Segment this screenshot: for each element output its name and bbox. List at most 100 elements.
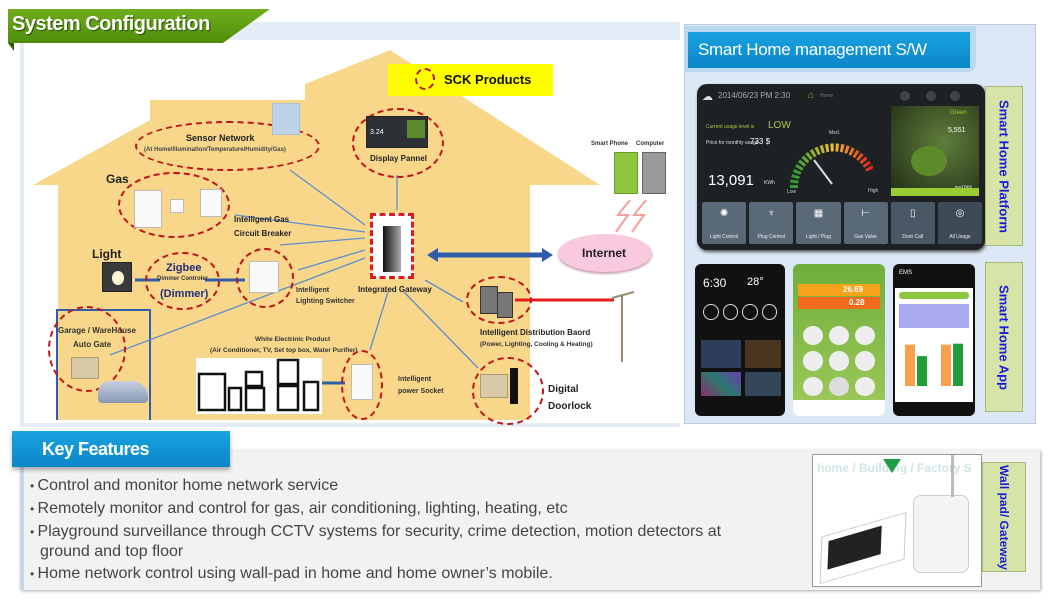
light-plug-button[interactable]: ▦ Light / Plug — [796, 202, 841, 244]
garage-label-line1: Garage / WareHouse — [58, 326, 136, 335]
smart-home-platform-tab: Smart Home Platform — [985, 86, 1023, 246]
feature-item: Control and monitor home network service — [28, 476, 768, 496]
gateway-device-icon — [913, 495, 969, 573]
gateway-antenna-icon — [951, 455, 954, 497]
doorlock-label-line2: Doorlock — [548, 401, 592, 412]
green-label: Green — [950, 110, 967, 116]
sensor-device-icon — [272, 103, 300, 135]
valve-icon: ⊢ — [861, 208, 870, 219]
app-phone-ems: EMS — [893, 264, 975, 416]
doorlock-label-line1: Digital — [548, 384, 579, 395]
distribution-board-icon-2 — [497, 292, 513, 318]
video-thumbnail — [745, 372, 781, 396]
energy-bar-2 — [798, 297, 880, 309]
wallpad-gateway-image: home / Building / Factory S — [812, 454, 982, 587]
plug-control-label: Plug Control — [757, 234, 786, 240]
eco-tree-panel — [891, 106, 979, 196]
lighting-switcher-label-line1: Intelligent — [296, 287, 330, 294]
gauge-low-label: Low — [787, 189, 797, 195]
display-tree-icon — [407, 120, 425, 138]
ems-app-name: EMS — [899, 270, 913, 276]
key-features-title: Key Features — [12, 431, 230, 467]
kwh-unit: KWh — [764, 180, 775, 186]
feature-item: Playground surveillance through CCTV sys… — [28, 522, 768, 561]
zigbee-subtitle: Dimmer Controler — [157, 276, 209, 282]
plug-icon: ♆ — [767, 208, 776, 219]
garage-ellipse — [48, 306, 126, 392]
microwave-icon — [244, 370, 264, 388]
smart-home-sw-title: Smart Home management S/W — [688, 32, 970, 68]
wall-pad-gateway-tab: Wall pad/ Gateway — [982, 462, 1026, 572]
computer-label: Computer — [636, 141, 665, 147]
sensor-network-subtitle: (At Home/Illumination/Temperature/Humidi… — [144, 147, 286, 153]
fridge-icon — [197, 372, 227, 412]
gas-breaker-icon — [200, 189, 222, 217]
white-ground-strip — [33, 185, 58, 420]
energy-value-1: 26.69 — [843, 285, 864, 294]
smart-home-app-tab: Smart Home App — [985, 262, 1023, 412]
power-socket-label-line1: Intelligent — [398, 376, 432, 383]
oven-icon — [244, 386, 266, 412]
meter-icon: ◎ — [955, 208, 965, 219]
computer-icon — [642, 152, 666, 194]
door-icon: ▯ — [910, 208, 916, 219]
dryer-icon — [276, 384, 300, 412]
gas-boiler-icon — [134, 190, 162, 228]
gas-sensor-icon — [170, 199, 184, 213]
ems-bar-charts — [905, 343, 963, 386]
ems-summary-table — [899, 304, 969, 328]
wall-pad-device-icon — [819, 511, 907, 585]
gas-valve-label: Gas Valve — [854, 234, 877, 240]
app-phone-dashboard: 6:30 28° — [695, 264, 785, 416]
gas-valve-button[interactable]: ⊢ Gas Valve — [843, 202, 888, 244]
smart-phone-icon — [614, 152, 638, 194]
key-features-left-border — [20, 450, 24, 590]
all-usage-label: All Usage — [949, 234, 971, 240]
appliance-icons — [197, 358, 320, 412]
display-panel-screen-value: 3.24 — [370, 129, 384, 136]
lighting-switch-icon — [249, 261, 279, 293]
display-panel-device-icon: 3.24 — [366, 116, 428, 148]
distribution-board-title: Intelligent Distribution Baord — [480, 328, 591, 337]
ems-bar — [953, 343, 963, 386]
ems-bar — [905, 344, 915, 386]
gauge-needle — [813, 159, 833, 185]
platform-datetime: 2014/06/23 PM 2:30 — [718, 91, 791, 100]
power-socket-icon — [351, 364, 373, 400]
gauge-high-label: High — [868, 188, 879, 194]
ems-bar — [941, 344, 951, 386]
power-socket-label-line2: power Socket — [398, 388, 444, 395]
all-usage-button[interactable]: ◎ All Usage — [937, 202, 983, 244]
price-value: 733 $ — [750, 137, 771, 146]
dashed-red-circle-icon — [415, 68, 435, 90]
gas-label-line1: Intelligent Gas — [234, 215, 290, 224]
wifi-status-icon — [900, 91, 910, 101]
internet-label: Internet — [582, 246, 627, 260]
door-call-label: Door Call — [902, 234, 924, 240]
gateway-router-icon — [383, 226, 401, 272]
door-call-button[interactable]: ▯ Door Call — [890, 202, 935, 244]
ems-bar — [917, 356, 927, 386]
feature-item: Home network control using wall-pad in h… — [28, 564, 768, 584]
wireless-signal-icon — [615, 199, 647, 233]
light-heading: Light — [92, 247, 122, 261]
light-control-button[interactable]: ✺ Light Control — [702, 202, 747, 244]
phone-transit-icons — [703, 304, 777, 320]
smart-phone-label: Smart Phone — [591, 141, 629, 147]
doorlock-handle-icon — [510, 368, 518, 404]
car-icon — [98, 381, 148, 403]
energy-value-2: 0.28 — [849, 298, 865, 307]
phone-time: 6:30 — [703, 276, 727, 290]
auto-gate-lock-icon — [71, 357, 99, 379]
gas-label-line2: Circuit Breaker — [234, 229, 292, 238]
light-control-label: Light Control — [709, 234, 739, 240]
gauge-med-label: Med. — [829, 130, 841, 136]
garage-label-line2: Auto Gate — [73, 340, 112, 349]
appliances-image — [196, 358, 322, 414]
plug-control-button[interactable]: ♆ Plug Control — [749, 202, 794, 244]
light-bulb-icon — [102, 262, 132, 292]
news-thumbnails — [701, 340, 741, 368]
usage-level-prefix: Current usage level is — [706, 124, 755, 130]
grass-strip — [891, 188, 979, 196]
home-status-label: Home — [820, 93, 834, 99]
